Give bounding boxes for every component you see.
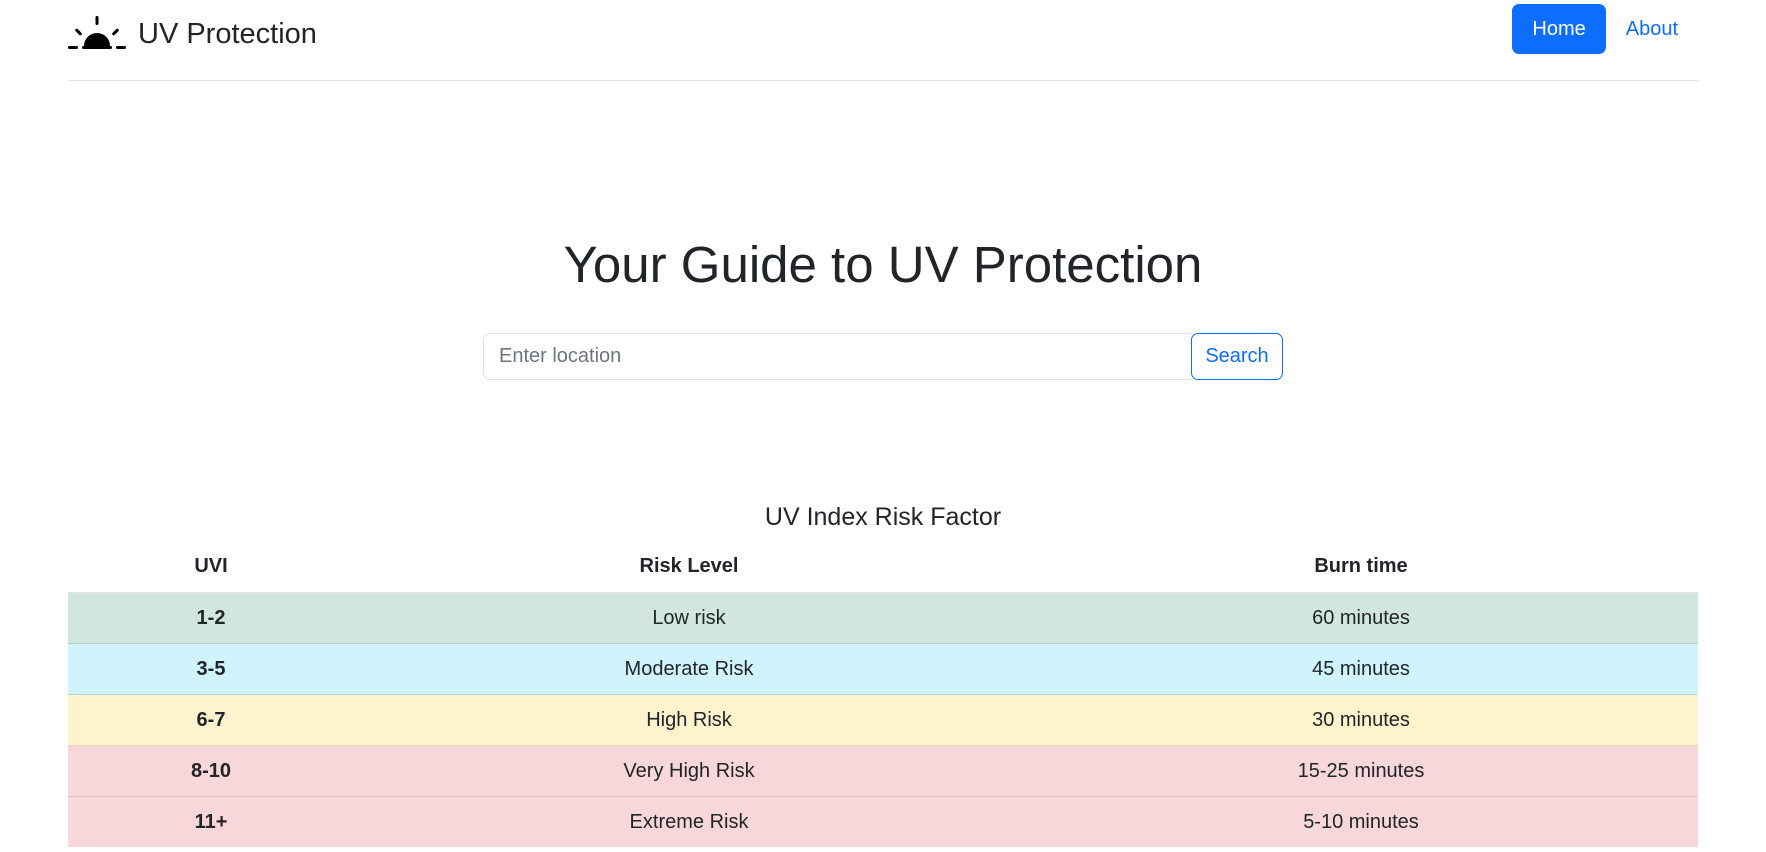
table-row: 6-7 High Risk 30 minutes bbox=[68, 694, 1698, 746]
uvi-cell: 6-7 bbox=[68, 694, 354, 746]
uv-risk-table: UVI Risk Level Burn time 1-2 Low risk 60… bbox=[68, 541, 1698, 847]
uvi-cell: 8-10 bbox=[68, 745, 354, 797]
uvi-cell: 1-2 bbox=[68, 592, 354, 644]
table-row: 8-10 Very High Risk 15-25 minutes bbox=[68, 745, 1698, 797]
main-nav: Home About bbox=[1512, 4, 1698, 54]
burn-time-cell: 5-10 minutes bbox=[1024, 796, 1698, 847]
risk-level-cell: Very High Risk bbox=[354, 745, 1024, 797]
column-header-risk-level: Risk Level bbox=[639, 555, 739, 577]
navbar: UV Protection Home About bbox=[68, 0, 1698, 81]
risk-level-cell: Extreme Risk bbox=[354, 796, 1024, 847]
burn-time-cell: 15-25 minutes bbox=[1024, 745, 1698, 797]
table-row: 1-2 Low risk 60 minutes bbox=[68, 592, 1698, 644]
uvi-cell: 11+ bbox=[68, 796, 354, 847]
nav-about-link[interactable]: About bbox=[1606, 4, 1698, 54]
column-header-burn-time: Burn time bbox=[1314, 555, 1408, 577]
sunrise-icon bbox=[68, 16, 126, 52]
hero-title: Your Guide to UV Protection bbox=[563, 236, 1203, 293]
search-button[interactable]: Search bbox=[1191, 333, 1283, 380]
risk-level-cell: Moderate Risk bbox=[354, 643, 1024, 695]
burn-time-cell: 60 minutes bbox=[1024, 592, 1698, 644]
risk-level-cell: High Risk bbox=[354, 694, 1024, 746]
brand-title: UV Protection bbox=[138, 18, 317, 50]
burn-time-cell: 45 minutes bbox=[1024, 643, 1698, 695]
nav-home-link[interactable]: Home bbox=[1512, 4, 1606, 54]
table-header-row: UVI Risk Level Burn time bbox=[68, 541, 1698, 593]
risk-level-cell: Low risk bbox=[354, 592, 1024, 644]
location-search-input[interactable] bbox=[483, 333, 1192, 380]
table-row: 3-5 Moderate Risk 45 minutes bbox=[68, 643, 1698, 695]
search-group: Search bbox=[483, 333, 1283, 380]
brand-link[interactable]: UV Protection bbox=[68, 14, 317, 54]
uvi-cell: 3-5 bbox=[68, 643, 354, 695]
table-caption: UV Index Risk Factor bbox=[764, 503, 1002, 531]
table-row: 11+ Extreme Risk 5-10 minutes bbox=[68, 796, 1698, 847]
burn-time-cell: 30 minutes bbox=[1024, 694, 1698, 746]
column-header-uvi: UVI bbox=[194, 555, 228, 577]
page: UV Protection Home About Your Guide to U… bbox=[0, 0, 1766, 852]
